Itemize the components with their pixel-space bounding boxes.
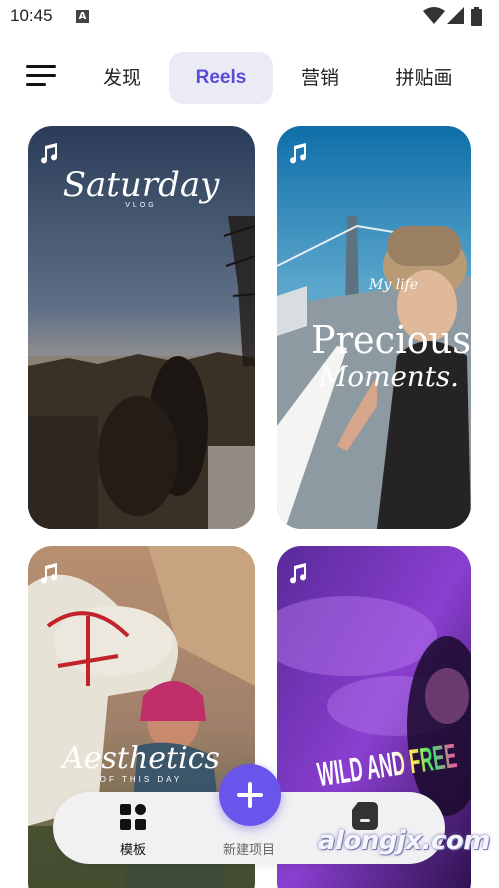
music-icon — [41, 563, 58, 584]
template-card-precious-moments[interactable]: My life Precious Moments. — [277, 126, 471, 529]
tab-reels[interactable]: Reels — [169, 52, 273, 104]
status-icons — [423, 7, 489, 27]
tab-collage[interactable]: 拼贴画 — [384, 52, 464, 104]
status-bar: 10:45 A — [0, 0, 499, 34]
card-title-precious: Precious — [311, 318, 471, 362]
notification-icon: A — [76, 10, 89, 23]
plus-icon — [237, 782, 263, 808]
tab-discover[interactable]: 发现 — [88, 52, 156, 104]
card-tag-mylife: My life — [368, 277, 418, 293]
menu-icon[interactable] — [26, 63, 58, 89]
card-title-moments: Moments. — [318, 360, 459, 393]
app-screen: 10:45 A 发现 Reels 营销 拼贴画 Saturday VLOG My… — [0, 0, 499, 888]
signal-icon — [447, 7, 464, 24]
template-card-saturday[interactable]: Saturday VLOG — [28, 126, 255, 529]
music-icon — [290, 143, 307, 164]
card-title-aesthetics: Aesthetics — [59, 741, 220, 776]
nav-templates-label: 模板 — [119, 843, 146, 858]
battery-icon — [471, 7, 482, 26]
wifi-icon — [423, 7, 445, 24]
templates-grid-icon — [120, 804, 146, 830]
template-thumbnail: My life Precious Moments. — [277, 126, 471, 529]
music-icon — [290, 563, 307, 584]
add-project-button[interactable] — [219, 764, 281, 826]
category-tabs: 发现 Reels 营销 拼贴画 — [0, 48, 499, 108]
tab-marketing[interactable]: 营销 — [286, 52, 354, 104]
card-subtitle-vlog: VLOG — [125, 202, 156, 209]
watermark: alongjx.com — [318, 826, 490, 856]
card-title-saturday: Saturday — [63, 165, 220, 205]
music-icon — [41, 143, 58, 164]
nav-new-project-label: 新建项目 — [222, 843, 275, 858]
template-thumbnail: Saturday VLOG — [28, 126, 255, 529]
nav-templates[interactable]: 模板 — [78, 792, 188, 864]
status-time: 10:45 — [10, 6, 53, 25]
card-subtitle-day: OF THIS DAY — [100, 775, 183, 784]
